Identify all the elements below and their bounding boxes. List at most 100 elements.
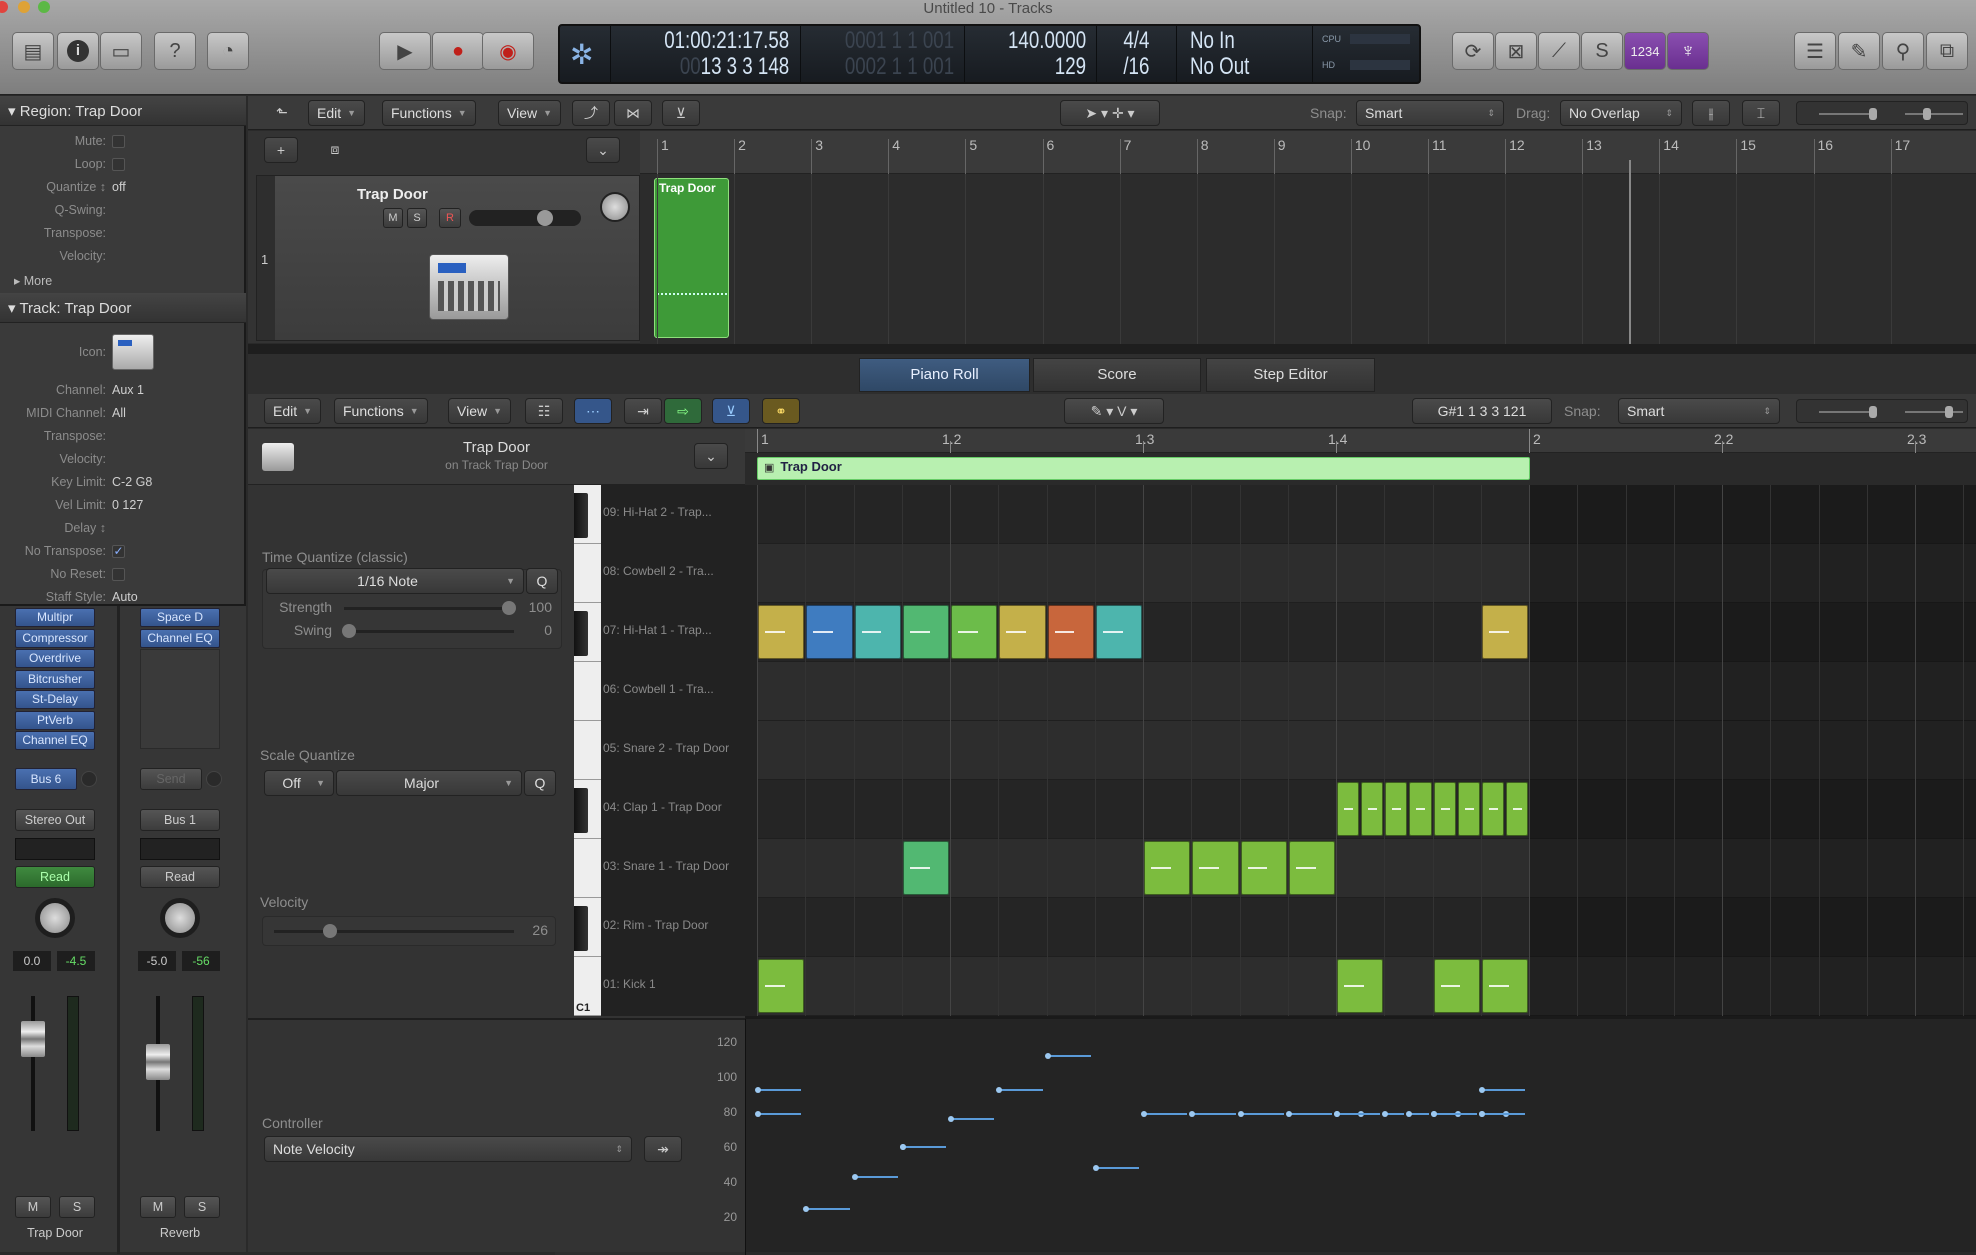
midi-note[interactable] [1481, 782, 1504, 836]
solo-button[interactable]: S [184, 1196, 220, 1218]
tab-step-editor[interactable]: Step Editor [1206, 358, 1375, 392]
pan-knob[interactable] [35, 898, 75, 938]
track-value[interactable]: C-2 G8 [112, 475, 152, 489]
vertical-zoom-button[interactable]: ⌶ [1742, 100, 1780, 126]
lcd-display[interactable]: ✲ 01:00:21:17.58 0013 3 3 148 0001 1 1 0… [558, 24, 1421, 84]
pr-edit-menu[interactable]: Edit ▼ [264, 398, 322, 424]
time-signature[interactable]: 4/4 [1123, 27, 1149, 55]
midi-note[interactable] [806, 605, 853, 659]
velocity-point[interactable] [1044, 1053, 1051, 1060]
catch-button[interactable]: ⊻ [662, 100, 700, 126]
track-value[interactable]: 0 127 [112, 498, 143, 512]
mute-button[interactable]: M [15, 1196, 51, 1218]
vertical-zoom-slider[interactable] [1869, 108, 1877, 120]
track-checkbox[interactable] [112, 568, 125, 581]
plugin-slot[interactable]: Multipr [15, 608, 95, 627]
midi-note[interactable] [1433, 959, 1480, 1013]
tracks-functions-menu[interactable]: Functions ▼ [382, 100, 476, 126]
region-header-bar[interactable]: ▣ Trap Door [757, 457, 1530, 480]
black-key[interactable] [574, 906, 588, 951]
region-checkbox[interactable] [112, 135, 125, 148]
midi-draw-button[interactable]: ⋯ [574, 398, 612, 424]
scale-quantize-mode-dropdown[interactable]: Off ▼ [264, 770, 334, 796]
region-inspector-header[interactable]: ▾ Region: Trap Door [0, 96, 246, 126]
track-icon[interactable] [112, 334, 154, 370]
velocity-line[interactable] [1239, 1113, 1284, 1116]
playhead[interactable] [1629, 160, 1631, 344]
pan-knob[interactable] [160, 898, 200, 938]
track-inspector-header[interactable]: ▾ Track: Trap Door [0, 293, 246, 323]
add-track-button[interactable]: + [264, 137, 298, 163]
pr-snap-dropdown[interactable]: Smart ⇕ [1618, 398, 1780, 424]
track-value[interactable]: Aux 1 [112, 383, 144, 397]
velocity-line[interactable] [757, 1088, 802, 1091]
velocity-point[interactable] [755, 1111, 761, 1118]
velocity-line[interactable] [805, 1207, 850, 1210]
velocity-line[interactable] [1480, 1088, 1525, 1091]
capture-recording-button[interactable]: ◉ [482, 32, 534, 70]
velocity-line[interactable] [1046, 1055, 1091, 1058]
velocity-point[interactable] [1141, 1111, 1147, 1118]
midi-note[interactable] [902, 605, 949, 659]
solo-button[interactable]: S [1581, 32, 1623, 70]
automation-button[interactable]: ⤴ [572, 100, 610, 126]
velocity-point[interactable] [755, 1086, 761, 1093]
midi-note[interactable] [1047, 605, 1094, 659]
velocity-line[interactable] [1287, 1113, 1332, 1116]
midi-note[interactable] [1505, 782, 1528, 836]
output-slot[interactable]: Stereo Out [15, 809, 95, 831]
velocity-point[interactable] [1237, 1111, 1244, 1118]
plugin-slot[interactable]: Overdrive [15, 649, 95, 668]
left-locator[interactable]: 0001 1 1 001 [845, 27, 954, 55]
midi-region[interactable]: Trap Door [654, 178, 729, 338]
velocity-line[interactable] [1480, 1113, 1525, 1116]
plugin-slot[interactable]: Channel EQ [15, 731, 95, 750]
plugin-slot[interactable]: Bitcrusher [15, 669, 95, 689]
controller-options-button[interactable]: ↠ [644, 1136, 682, 1162]
collapse-view-button[interactable]: ☷ [525, 398, 563, 424]
swing-slider-thumb[interactable] [342, 624, 356, 638]
send-level-knob[interactable] [206, 771, 222, 787]
black-key[interactable] [574, 493, 588, 538]
pr-view-menu[interactable]: View ▼ [448, 398, 512, 424]
midi-note[interactable] [1481, 605, 1528, 659]
loop-browser-button[interactable]: ⚲ [1882, 32, 1924, 70]
midi-note[interactable] [1337, 782, 1360, 836]
velocity-line[interactable] [1191, 1113, 1236, 1116]
tool-menus[interactable]: ➤ ▾ ✛ ▾ [1060, 100, 1160, 126]
plugin-slot[interactable]: Compressor [15, 628, 95, 648]
library-button[interactable]: ▤ [12, 32, 54, 70]
count-in-button[interactable]: 1234 [1624, 32, 1666, 70]
group-slot[interactable] [140, 838, 220, 860]
browsers-button[interactable]: ⧉ [1926, 32, 1968, 70]
velocity-line[interactable] [757, 1113, 802, 1116]
automation-mode-button[interactable]: Read [15, 866, 95, 888]
velocity-line[interactable] [901, 1146, 946, 1149]
track-mute-button[interactable]: M [383, 208, 403, 228]
zoom-sliders[interactable] [1796, 101, 1968, 125]
track-volume-slider[interactable] [469, 210, 581, 226]
link-button[interactable]: ⚭ [762, 398, 800, 424]
list-editors-button[interactable]: ☰ [1794, 32, 1836, 70]
midi-note[interactable] [1361, 782, 1384, 836]
horizontal-zoom-slider[interactable] [1923, 108, 1931, 120]
black-key[interactable] [574, 611, 588, 656]
midi-note[interactable] [1433, 782, 1456, 836]
velocity-point[interactable] [1478, 1086, 1485, 1093]
velocity-line[interactable] [853, 1176, 898, 1179]
back-arrow-icon[interactable]: ⬑ [264, 100, 300, 126]
toolbar-button[interactable]: ▭ [100, 32, 142, 70]
midi-note[interactable] [951, 605, 998, 659]
midi-note[interactable] [1240, 841, 1287, 895]
pr-zoom-sliders[interactable] [1796, 399, 1968, 423]
track-record-button[interactable]: R [439, 208, 461, 228]
velocity-line[interactable] [1432, 1113, 1477, 1116]
tracks-ruler[interactable]: 1 2 3 4 5 6 7 8 9 10 11 12 13 14 15 16 17 [640, 131, 1976, 174]
plugin-slot[interactable]: Channel EQ [140, 628, 220, 648]
velocity-point[interactable] [899, 1144, 906, 1151]
solo-button[interactable]: S [59, 1196, 95, 1218]
track-header[interactable]: 1 Trap Door M S R [256, 175, 640, 341]
volume-fader[interactable] [146, 1044, 170, 1080]
velocity-point[interactable] [1430, 1111, 1437, 1118]
midi-note[interactable] [1144, 841, 1191, 895]
